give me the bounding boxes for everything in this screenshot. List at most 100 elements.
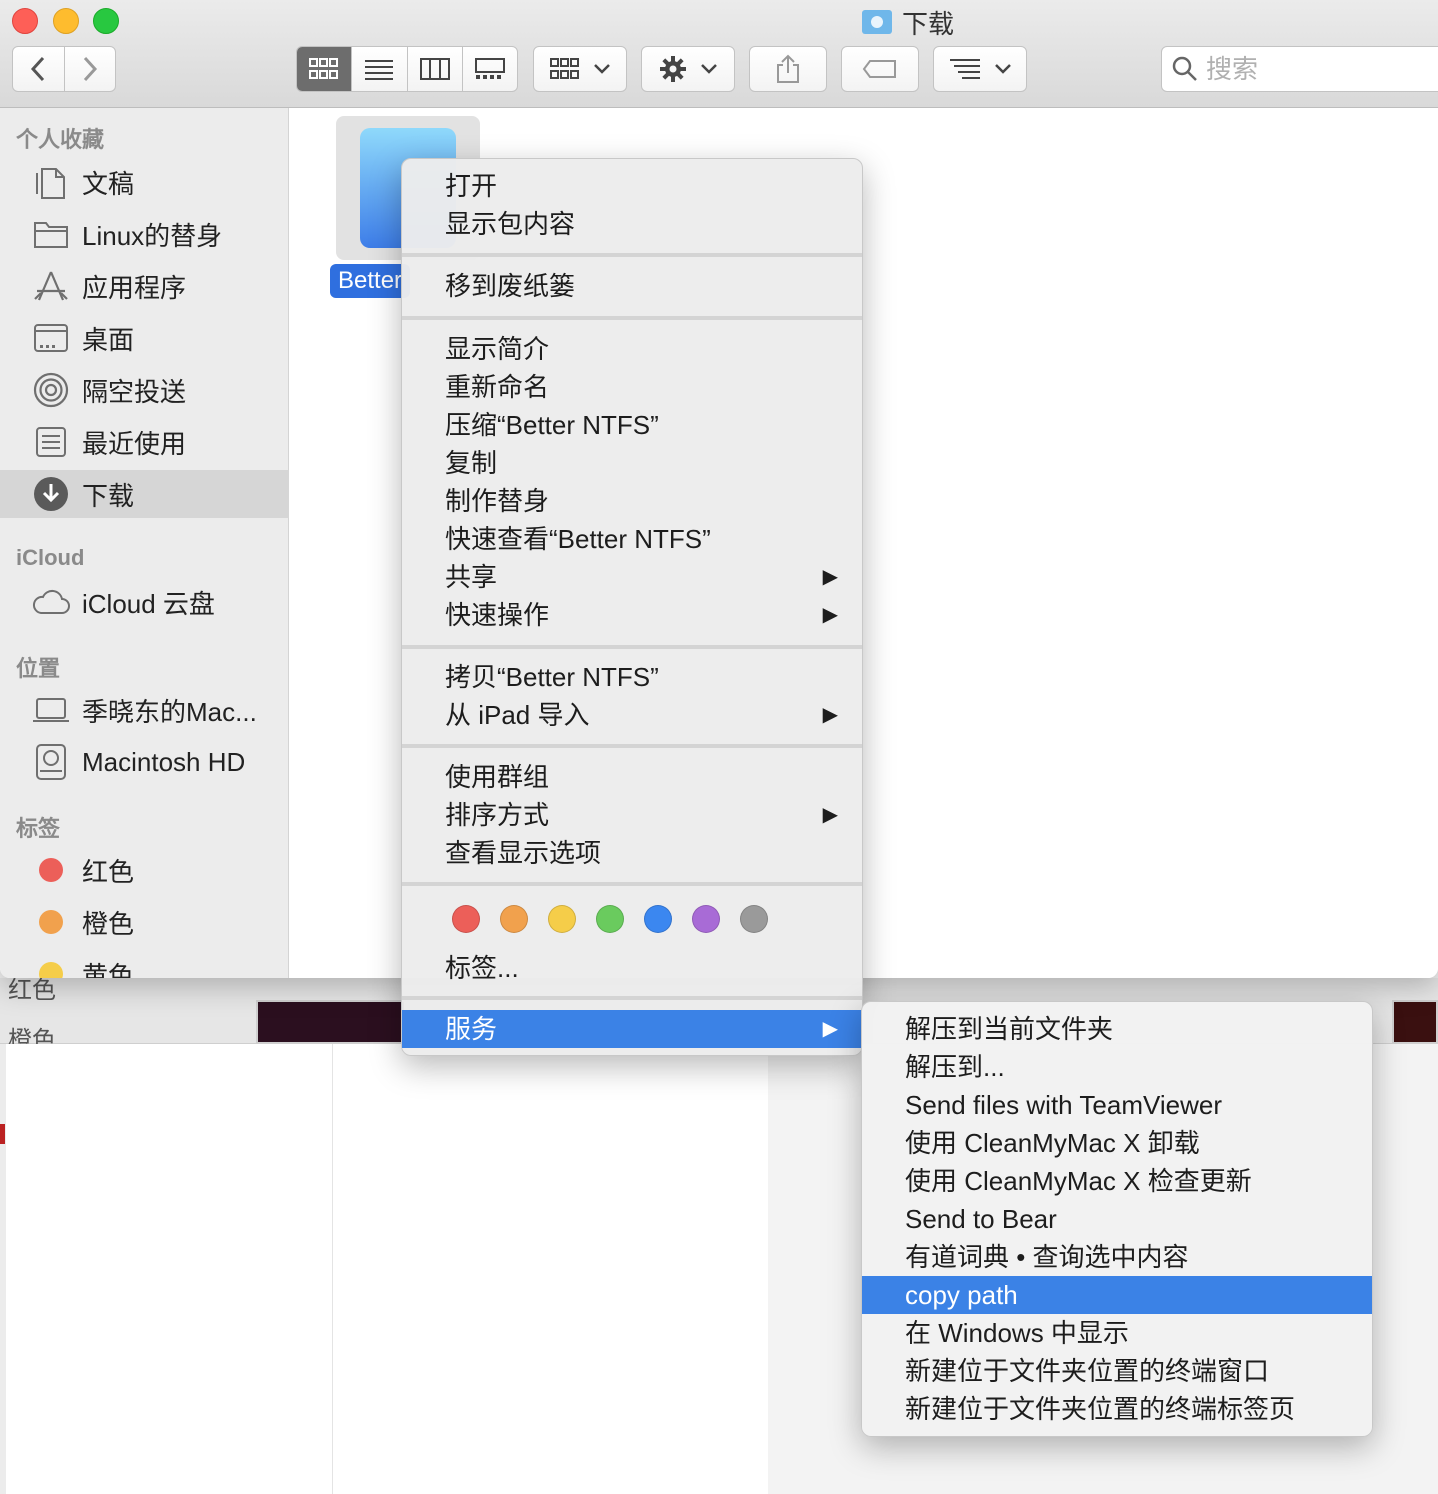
background-thumbnail [256, 1000, 406, 1044]
chevron-down-icon [701, 64, 717, 74]
navigation-buttons [12, 46, 116, 92]
submenu-arrow-icon: ▶ [822, 566, 838, 588]
menu-item-tags[interactable]: 标签... [402, 949, 862, 987]
minimize-window-button[interactable] [53, 8, 79, 34]
menu-item-show-view-options[interactable]: 查看显示选项 [402, 834, 862, 872]
service-item[interactable]: 解压到当前文件夹 [862, 1010, 1372, 1048]
service-item[interactable]: 解压到... [862, 1048, 1372, 1086]
menu-item-import-from-ipad[interactable]: 从 iPad 导入 ▶ [402, 696, 862, 734]
sidebar-item-airdrop[interactable]: 隔空投送 [0, 366, 289, 414]
menu-item-open[interactable]: 打开 [402, 167, 862, 205]
service-item[interactable]: 在 Windows 中显示 [862, 1314, 1372, 1352]
sort-list-icon [950, 59, 980, 79]
tag-color-yellow[interactable] [548, 905, 576, 933]
sidebar-item-applications[interactable]: 应用程序 [0, 262, 289, 310]
menu-item-label: 排序方式 [445, 800, 550, 830]
tag-color-dot [39, 910, 63, 934]
sidebar-item-documents[interactable]: 文稿 [0, 158, 289, 206]
sidebar-item-tag-orange[interactable]: 橙色 [0, 898, 289, 946]
sidebar-item-linux-alias[interactable]: Linux的替身 [0, 210, 289, 258]
sidebar-item-label: 最近使用 [82, 428, 187, 459]
service-item[interactable]: 新建位于文件夹位置的终端标签页 [862, 1390, 1372, 1428]
tag-color-blue[interactable] [644, 905, 672, 933]
sidebar-item-label: 红色 [82, 856, 135, 887]
menu-item-move-to-trash[interactable]: 移到废纸篓 [402, 267, 862, 305]
sidebar: 个人收藏 文稿 Linux的替身 应用程序 桌面 隔空投送 最近使用 下载 iC… [0, 108, 289, 978]
submenu-arrow-icon: ▶ [822, 704, 838, 726]
sidebar-item-downloads[interactable]: 下载 [0, 470, 289, 518]
search-input[interactable] [1206, 53, 1426, 85]
forward-button[interactable] [63, 47, 115, 91]
menu-item-label: 快速操作 [445, 600, 550, 630]
edit-tags-button[interactable] [841, 46, 919, 92]
tag-color-red[interactable] [452, 905, 480, 933]
sidebar-item-recents[interactable]: 最近使用 [0, 418, 289, 466]
column-view-button[interactable] [406, 47, 462, 91]
group-by-button[interactable] [533, 46, 627, 92]
share-button[interactable] [749, 46, 827, 92]
sort-by-button[interactable] [933, 46, 1027, 92]
recents-icon [32, 423, 70, 461]
service-item[interactable]: 有道词典 • 查询选中内容 [862, 1238, 1372, 1276]
menu-item-use-groups[interactable]: 使用群组 [402, 758, 862, 796]
sidebar-item-tag-red[interactable]: 红色 [0, 846, 289, 894]
menu-separator [402, 996, 862, 1000]
harddisk-icon [32, 743, 70, 781]
menu-item-compress[interactable]: 压缩“Better NTFS” [402, 406, 862, 444]
menu-item-make-alias[interactable]: 制作替身 [402, 482, 862, 520]
menu-item-get-info[interactable]: 显示简介 [402, 330, 862, 368]
tag-color-purple[interactable] [692, 905, 720, 933]
menu-item-sort-by[interactable]: 排序方式 ▶ [402, 796, 862, 834]
background-column-divider [332, 1044, 333, 1494]
menu-item-copy-file[interactable]: 拷贝“Better NTFS” [402, 658, 862, 696]
submenu-arrow-icon: ▶ [822, 1018, 838, 1040]
chevron-down-icon [594, 64, 610, 74]
tag-color-dot [39, 858, 63, 882]
menu-item-quick-look[interactable]: 快速查看“Better NTFS” [402, 520, 862, 558]
sidebar-item-label: 桌面 [82, 324, 135, 355]
close-window-button[interactable] [12, 8, 38, 34]
action-menu-button[interactable] [641, 46, 735, 92]
submenu-arrow-icon: ▶ [822, 604, 838, 626]
back-button[interactable] [13, 47, 64, 91]
service-item[interactable]: Send to Bear [862, 1200, 1372, 1238]
tag-color-gray[interactable] [740, 905, 768, 933]
sidebar-section-icloud: iCloud [16, 545, 85, 570]
service-item[interactable]: 使用 CleanMyMac X 检查更新 [862, 1162, 1372, 1200]
service-item-copy-path[interactable]: copy path [862, 1276, 1372, 1314]
share-icon [777, 54, 799, 83]
service-item[interactable]: 新建位于文件夹位置的终端窗口 [862, 1352, 1372, 1390]
menu-item-duplicate[interactable]: 复制 [402, 444, 862, 482]
gallery-view-button[interactable] [461, 47, 517, 91]
menu-item-rename[interactable]: 重新命名 [402, 368, 862, 406]
tag-color-orange[interactable] [500, 905, 528, 933]
sidebar-item-icloud-drive[interactable]: iCloud 云盘 [0, 578, 289, 626]
tag-color-green[interactable] [596, 905, 624, 933]
list-view-button[interactable] [351, 47, 406, 91]
sidebar-section-locations: 位置 [16, 656, 61, 681]
service-item[interactable]: 使用 CleanMyMac X 卸载 [862, 1124, 1372, 1162]
file-name-label[interactable]: Better [330, 264, 411, 298]
menu-separator [402, 316, 862, 320]
sidebar-item-label: iCloud 云盘 [82, 588, 215, 619]
service-item[interactable]: Send files with TeamViewer [862, 1086, 1372, 1124]
window-title-text: 下载 [902, 8, 955, 39]
menu-separator [402, 645, 862, 649]
sidebar-item-this-mac[interactable]: 季晓东的Mac... [0, 686, 289, 734]
zoom-window-button[interactable] [93, 8, 119, 34]
document-icon [32, 163, 70, 201]
icon-view-button[interactable] [297, 47, 352, 91]
search-field[interactable] [1161, 46, 1438, 92]
menu-item-services[interactable]: 服务 ▶ [402, 1010, 862, 1048]
sidebar-item-macintosh-hd[interactable]: Macintosh HD [0, 738, 289, 786]
tag-icon [862, 60, 896, 78]
sidebar-item-tag-yellow[interactable]: 黄色 [0, 950, 289, 978]
menu-separator [402, 744, 862, 748]
cloud-icon [32, 583, 70, 621]
sidebar-item-desktop[interactable]: 桌面 [0, 314, 289, 362]
menu-item-share[interactable]: 共享 ▶ [402, 558, 862, 596]
menu-item-quick-actions[interactable]: 快速操作 ▶ [402, 596, 862, 634]
tag-color-dot [39, 962, 63, 978]
columns-icon [419, 58, 450, 80]
menu-item-show-package-contents[interactable]: 显示包内容 [402, 205, 862, 243]
